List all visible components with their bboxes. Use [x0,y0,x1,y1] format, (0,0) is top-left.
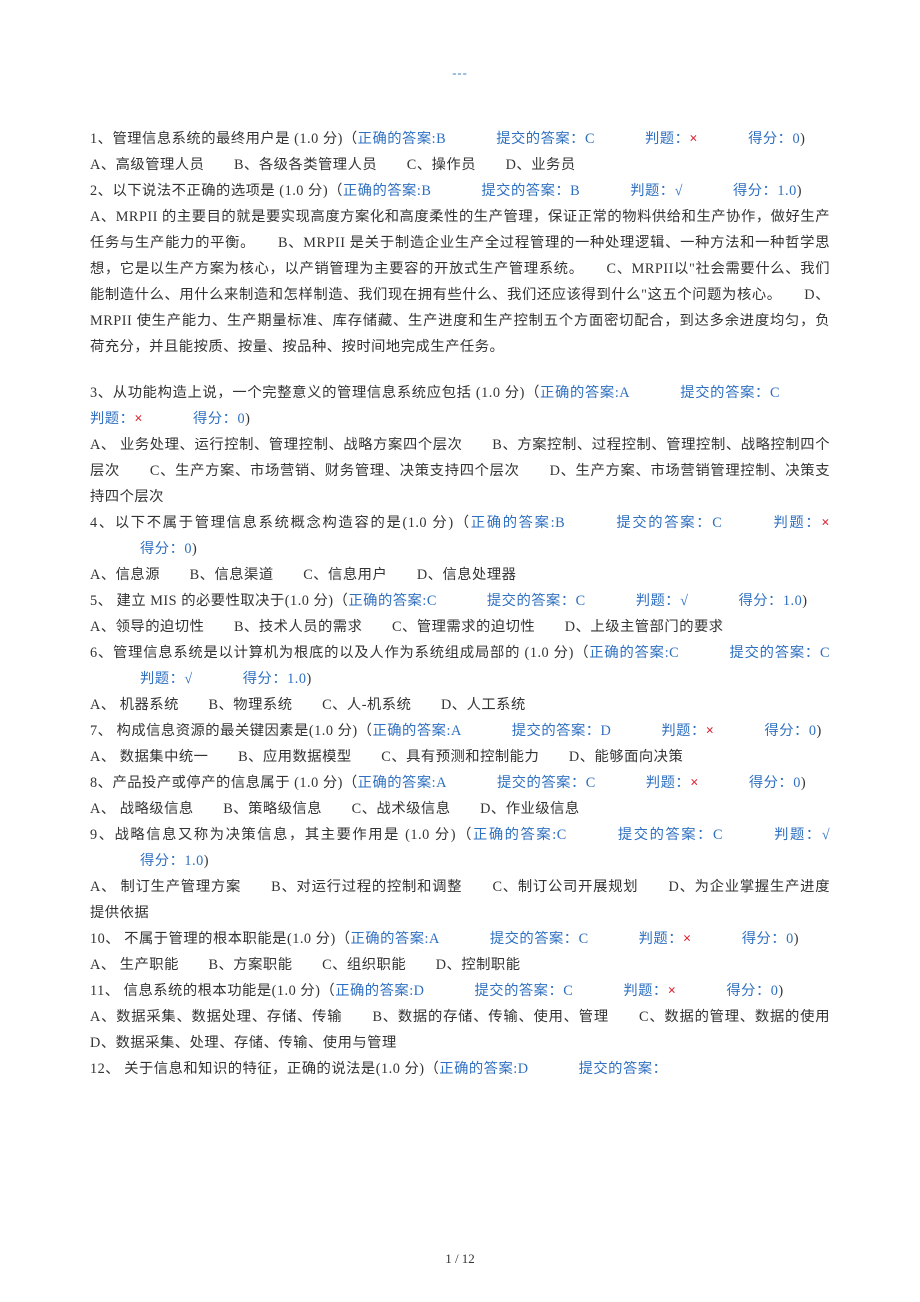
cross-icon: × [821,515,830,531]
check-icon: √ [680,593,688,609]
score-label: 得分： [748,131,792,147]
question-1: 1、管理信息系统的最终用户是 (1.0 分)（正确的答案:B提交的答案：C判题：… [90,126,830,152]
cross-icon: × [683,931,692,947]
check-icon: √ [184,671,192,687]
q11-options: A、数据采集、数据处理、存储、传输 B、数据的存储、传输、使用、管理 C、数据的… [90,1004,830,1056]
q1-score: 0 [792,131,800,147]
check-icon: √ [822,827,830,843]
question-3: 3、从功能构造上说，一个完整意义的管理信息系统应包括 (1.0 分)（正确的答案… [90,380,830,432]
q1-options: A、高级管理人员 B、各级各类管理人员 C、操作员 D、业务员 [90,152,830,178]
q2-num: 2 [90,183,98,199]
q1-correct: B [436,131,446,147]
question-2: 2、以下说法不正确的选项是 (1.0 分)（正确的答案:B提交的答案：B判题：√… [90,178,830,204]
q1-submitted: C [585,131,595,147]
verdict-label: 判题： [645,131,689,147]
question-7: 7、 构成信息资源的最关键因素是(1.0 分)（正确的答案:A提交的答案：D判题… [90,718,830,744]
question-9: 9、战略信息又称为决策信息，其主要作用是 (1.0 分)（正确的答案:C提交的答… [90,822,830,874]
cross-icon: × [689,131,698,147]
cross-icon: × [668,983,677,999]
q10-options: A、 生产职能 B、方案职能 C、组织职能 D、控制职能 [90,952,830,978]
q8-options: A、 战略级信息 B、策略级信息 C、战术级信息 D、作业级信息 [90,796,830,822]
question-10: 10、 不属于管理的根本职能是(1.0 分)（正确的答案:A提交的答案：C判题：… [90,926,830,952]
page-footer: 1 / 12 [0,1246,920,1272]
cross-icon: × [134,411,143,427]
question-6: 6、管理信息系统是以计算机为根底的以及人作为系统组成局部的 (1.0 分)（正确… [90,640,830,692]
questions-container: 1、管理信息系统的最终用户是 (1.0 分)（正确的答案:B提交的答案：C判题：… [90,126,830,1082]
q4-options: A、信息源 B、信息渠道 C、信息用户 D、信息处理器 [90,562,830,588]
question-8: 8、产品投产或停产的信息属于 (1.0 分)（正确的答案:A提交的答案：C判题：… [90,770,830,796]
q1-points: 1.0 [299,131,318,147]
q5-options: A、领导的迫切性 B、技术人员的需求 C、管理需求的迫切性 D、上级主管部门的要… [90,614,830,640]
question-12: 12、 关于信息和知识的特征，正确的说法是(1.0 分)（正确的答案:D提交的答… [90,1056,830,1082]
question-11: 11、 信息系统的根本功能是(1.0 分)（正确的答案:D提交的答案：C判题：×… [90,978,830,1004]
question-5: 5、 建立 MIS 的必要性取决于(1.0 分)（正确的答案:C提交的答案：C判… [90,588,830,614]
cross-icon: × [690,775,699,791]
q1-num: 1 [90,131,98,147]
q1-text: 管理信息系统的最终用户是 [112,131,290,147]
q2-options: A、MRPII 的主要目的就是要实现高度方案化和高度柔性的生产管理，保证正常的物… [90,204,830,360]
page: --- 1、管理信息系统的最终用户是 (1.0 分)（正确的答案:B提交的答案：… [0,0,920,1302]
page-header: --- [90,60,830,86]
q3-options: A、 业务处理、运行控制、管理控制、战略方案四个层次 B、方案控制、过程控制、管… [90,432,830,510]
cross-icon: × [706,723,715,739]
q9-options: A、 制订生产管理方案 B、对运行过程的控制和调整 C、制订公司开展规划 D、为… [90,874,830,926]
submitted-label-3: 提交的 [680,385,725,401]
submitted-label: 提交的答案： [496,131,585,147]
q7-options: A、 数据集中统一 B、应用数据模型 C、具有预测和控制能力 D、能够面向决策 [90,744,830,770]
check-icon: √ [675,183,683,199]
correct-label: 正确的答案 [358,131,432,147]
question-4: 4、以下不属于管理信息系统概念构造容的是(1.0 分)（正确的答案:B提交的答案… [90,510,830,562]
q6-options: A、 机器系统 B、物理系统 C、人-机系统 D、人工系统 [90,692,830,718]
q2-text: 以下说法不正确的选项是 [112,183,275,199]
